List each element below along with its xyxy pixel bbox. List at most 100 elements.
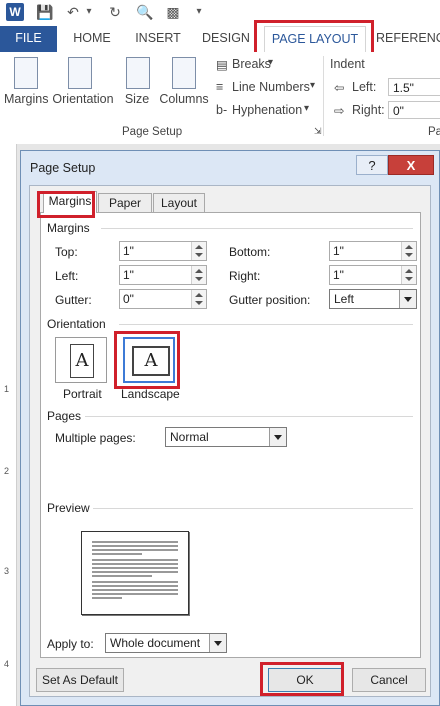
margins-tab-panel: Margins Top: 1" Bottom: 1" Left: 1" Righ… [40,212,421,658]
touch-mode-icon[interactable]: ▩ [164,3,182,21]
ruler-number: 1 [4,384,10,394]
preview-text-lines [92,541,178,599]
ribbon-tabs: FILE HOME INSERT DESIGN PAGE LAYOUT REFE… [0,26,440,53]
multiple-pages-select[interactable]: Normal [165,427,287,447]
ruler-number: 4 [4,659,10,669]
tab-home[interactable]: HOME [67,26,117,52]
hyphenation-button[interactable]: Hyphenation [232,103,302,117]
right-label: Right: [229,269,261,283]
gutter-label: Gutter: [55,293,92,307]
preview-page [81,531,189,615]
tab-file[interactable]: FILE [0,26,57,52]
tab-insert[interactable]: INSERT [130,26,186,52]
save-icon[interactable]: 💾 [36,3,54,21]
tab-paper[interactable]: Paper [98,193,152,213]
set-as-default-button[interactable]: Set As Default [36,668,124,692]
portrait-page-icon: A [70,344,94,378]
tab-references[interactable]: REFERENCE [376,26,440,52]
customize-qat-icon[interactable]: ▾ [190,3,208,21]
left-label: Left: [55,269,79,283]
gutter-position-select[interactable]: Left [329,289,417,309]
pages-section-label: Pages [47,409,82,423]
spinner-arrows[interactable] [191,242,206,260]
bottom-margin-input[interactable]: 1" [329,241,417,261]
tab-design[interactable]: DESIGN [197,26,255,52]
margins-section-label: Margins [47,221,90,235]
multiple-pages-value: Normal [170,430,209,444]
indent-left-icon: ⇦ [334,81,345,95]
gutter-position-label: Gutter position: [229,293,311,307]
preview-section-label: Preview [47,501,90,515]
chevron-down-icon: ▾ [268,57,274,68]
cancel-button[interactable]: Cancel [352,668,426,692]
chevron-down-icon: ▾ [310,80,316,91]
page-setup-dialog: Page Setup ? X Paper Layout Margins Top:… [20,150,440,706]
dialog-launcher-icon[interactable]: ⇲ [314,126,322,137]
undo-dropdown-icon[interactable]: ▾ [80,3,98,21]
portrait-option[interactable]: A [55,337,107,383]
section-divider [93,508,413,509]
breaks-icon: ▤ [216,58,228,72]
word-app-icon: W [6,3,24,21]
print-preview-icon[interactable]: 🔍 [136,3,154,21]
portrait-label: Portrait [63,387,102,401]
redo-icon[interactable]: ↻ [106,3,124,21]
chevron-down-icon[interactable] [399,290,416,308]
right-margin-value: 1" [333,268,344,282]
chevron-down-icon: ▾ [304,103,310,114]
tab-layout[interactable]: Layout [153,193,205,213]
orientation-button[interactable]: Orientation [52,92,114,106]
indent-left-input[interactable]: 1.5" [388,78,440,96]
margins-button[interactable]: Margins [4,92,48,106]
spinner-arrows[interactable] [401,242,416,260]
highlight-ok-button [260,662,344,696]
bottom-margin-value: 1" [333,244,344,258]
section-divider [85,416,413,417]
gutter-input[interactable]: 0" [119,289,207,309]
section-divider [101,228,413,229]
page-setup-group-label: Page Setup [122,126,183,138]
spinner-arrows[interactable] [401,266,416,284]
quick-access-toolbar: W 💾 ↶ ▾ ↻ 🔍 ▩ ▾ [0,0,440,26]
chevron-down-icon[interactable] [209,634,226,652]
gutter-position-value: Left [334,292,355,306]
apply-to-select[interactable]: Whole document [105,633,227,653]
multiple-pages-label: Multiple pages: [55,431,136,445]
paragraph-group-label: Pa [428,126,440,138]
left-margin-input[interactable]: 1" [119,265,207,285]
group-divider [323,56,324,136]
indent-right-input[interactable]: 0" [388,101,440,119]
chevron-down-icon[interactable] [269,428,286,446]
left-margin-value: 1" [123,268,134,282]
bottom-label: Bottom: [229,245,271,259]
close-button[interactable]: X [388,155,434,175]
dialog-title: Page Setup [30,161,96,175]
highlight-margins-tab [37,191,95,218]
top-margin-input[interactable]: 1" [119,241,207,261]
apply-to-label: Apply to: [47,637,94,651]
columns-icon [172,57,196,89]
size-button[interactable]: Size [122,92,152,106]
indent-right-label: Right: [352,103,385,117]
hyphenation-icon: b‑ [216,103,228,117]
dialog-body: Paper Layout Margins Top: 1" Bottom: 1" … [29,185,431,697]
orientation-icon [68,57,92,89]
indent-label: Indent [330,57,365,71]
breaks-button[interactable]: Breaks [232,57,271,71]
line-numbers-button[interactable]: Line Numbers [232,80,310,94]
section-divider [119,324,413,325]
orientation-section-label: Orientation [47,317,106,331]
columns-button[interactable]: Columns [157,92,211,106]
ruler-number: 3 [4,566,10,576]
top-margin-value: 1" [123,244,134,258]
indent-left-label: Left: [352,80,377,94]
spinner-arrows[interactable] [191,290,206,308]
spinner-arrows[interactable] [191,266,206,284]
right-margin-input[interactable]: 1" [329,265,417,285]
vertical-ruler: 1 2 3 4 [0,144,17,706]
line-numbers-icon: ≡ [216,80,224,94]
indent-right-icon: ⇨ [334,104,345,118]
size-icon [126,57,150,89]
highlight-landscape-option [114,331,180,389]
help-button[interactable]: ? [356,155,388,175]
